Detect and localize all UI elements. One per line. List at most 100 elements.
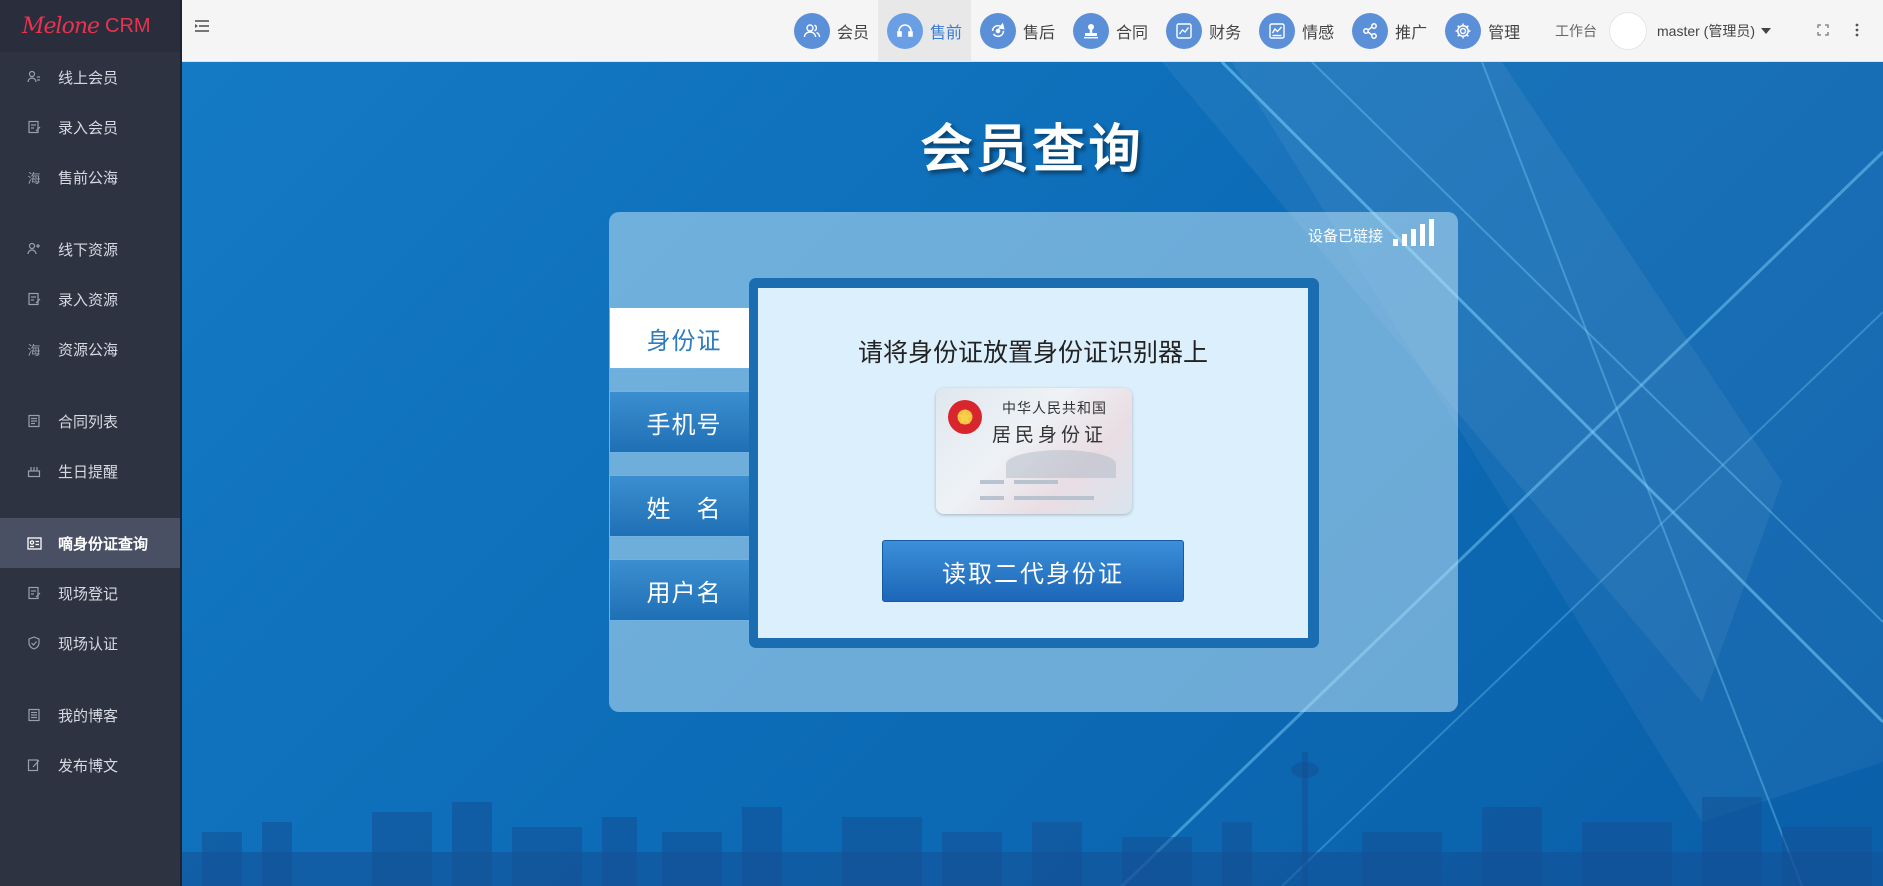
- sidebar-item[interactable]: 合同列表: [0, 396, 180, 446]
- refresh-headset-icon: [980, 13, 1017, 49]
- national-emblem-icon: ★: [948, 400, 982, 434]
- device-status: 设备已链接: [1307, 219, 1434, 246]
- sidebar-item[interactable]: 海 售前公海: [0, 152, 180, 202]
- shield-check-icon: [26, 635, 42, 651]
- device-status-text: 设备已链接: [1307, 228, 1383, 245]
- sidebar-item[interactable]: 录入会员: [0, 102, 180, 152]
- id-card-field-value: [1014, 480, 1058, 484]
- id-card-area: 请将身份证放置身份证识别器上 ★ 中华人民共和国 居民身份证 读取二代身份证: [758, 288, 1308, 638]
- sea-char-icon: 海: [27, 342, 41, 358]
- sidebar-item[interactable]: 现场登记: [0, 568, 180, 618]
- sidebar-item-label: 生日提醒: [58, 463, 119, 481]
- compose-icon: [26, 757, 42, 773]
- sidebar-item[interactable]: 嘀身份证查询: [0, 518, 180, 568]
- query-tab[interactable]: 姓 名: [609, 475, 759, 537]
- query-tabs: 身份证手机号姓 名用户名: [609, 307, 759, 643]
- top-nav: 会员 售前 售后 合同 财务 情感 推广 管理: [785, 0, 1529, 62]
- id-card-line1: 中华人民共和国: [1002, 401, 1107, 417]
- sidebar-item-label: 录入资源: [58, 291, 119, 309]
- gear-icon: [1445, 13, 1482, 49]
- read-id-card-button[interactable]: 读取二代身份证: [882, 540, 1184, 602]
- edit-doc-icon: [26, 119, 42, 135]
- members-icon: [794, 13, 830, 49]
- sidebar-item[interactable]: 现场认证: [0, 618, 180, 668]
- contract-icon: [26, 413, 42, 429]
- top-nav-item[interactable]: 财务: [1157, 0, 1250, 62]
- sidebar-item[interactable]: 线上会员: [0, 52, 180, 102]
- sidebar-item-label: 我的博客: [58, 707, 119, 725]
- card-hint: 请将身份证放置身份证识别器上: [857, 339, 1208, 367]
- sidebar-item[interactable]: 我的博客: [0, 690, 180, 740]
- user-list-icon: [26, 69, 42, 85]
- main-content: 会员查询 设备已链接 身份证手机号姓 名用户名 请将身份证放置身份证识别器上 ★…: [182, 62, 1883, 886]
- fullscreen-icon[interactable]: [1815, 23, 1831, 39]
- sidebar-item[interactable]: 发布博文: [0, 740, 180, 790]
- top-nav-label: 售前: [930, 25, 963, 42]
- sidebar-item-label: 售前公海: [58, 169, 119, 187]
- top-nav-item[interactable]: 售前: [878, 0, 972, 62]
- sea-char-icon: 海: [27, 170, 41, 186]
- great-wall-graphic: [1006, 450, 1116, 478]
- sidebar-item-label: 录入会员: [58, 119, 119, 137]
- sidebar-item[interactable]: 线下资源: [0, 224, 180, 274]
- sidebar-item-label: 现场认证: [58, 635, 119, 653]
- top-right-tools: 工作台 master (管理员): [1555, 0, 1865, 62]
- sidebar-item-label: 合同列表: [58, 413, 119, 431]
- cake-icon: [26, 463, 42, 479]
- sidebar-item-label: 嘀身份证查询: [58, 535, 149, 553]
- top-nav-item[interactable]: 管理: [1436, 0, 1529, 62]
- chevron-down-icon: [1761, 28, 1771, 34]
- menu-divider: [0, 202, 180, 224]
- top-nav-label: 推广: [1395, 25, 1428, 42]
- top-bar: 会员 售前 售后 合同 财务 情感 推广 管理 工作台 master (管理员): [182, 0, 1883, 62]
- user-name: master (管理员): [1657, 23, 1755, 39]
- edit-doc-icon: [26, 585, 42, 601]
- top-nav-item[interactable]: 情感: [1250, 0, 1343, 62]
- top-nav-label: 财务: [1209, 25, 1242, 42]
- query-tab[interactable]: 手机号: [609, 391, 759, 453]
- more-vertical-icon[interactable]: [1849, 23, 1865, 40]
- top-nav-item[interactable]: 合同: [1064, 0, 1157, 62]
- user-menu[interactable]: master (管理员): [1657, 21, 1771, 41]
- menu-divider: [0, 496, 180, 518]
- sidebar-item-label: 线上会员: [58, 69, 119, 87]
- logo[interactable]: Melone CRM: [0, 0, 180, 52]
- menu-toggle-icon[interactable]: [194, 18, 212, 36]
- sidebar: Melone CRM 线上会员 录入会员海售前公海 线下资源 录入资源海资源公海 合同列…: [0, 0, 182, 886]
- id-card-field-label: [980, 496, 1004, 500]
- top-nav-item[interactable]: 会员: [785, 0, 878, 62]
- sidebar-item-label: 线下资源: [58, 241, 119, 259]
- sidebar-item[interactable]: 生日提醒: [0, 446, 180, 496]
- sidebar-item-label: 发布博文: [58, 757, 119, 775]
- id-card-field-value: [1014, 496, 1094, 500]
- top-nav-label: 售后: [1023, 25, 1056, 42]
- sidebar-item-label: 资源公海: [58, 341, 119, 359]
- sidebar-item[interactable]: 海 资源公海: [0, 324, 180, 374]
- id-card-line2: 居民身份证: [992, 424, 1108, 446]
- headset-icon: [887, 13, 924, 49]
- top-nav-item[interactable]: 推广: [1343, 0, 1436, 62]
- top-nav-item[interactable]: 售后: [971, 0, 1064, 62]
- workbench-link[interactable]: 工作台: [1555, 21, 1597, 41]
- id-card-icon: [26, 535, 42, 551]
- user-plus-icon: [26, 241, 42, 257]
- menu-divider: [0, 374, 180, 396]
- top-nav-label: 会员: [837, 25, 870, 42]
- finance-chart-icon: [1166, 13, 1203, 49]
- blog-icon: [26, 707, 42, 723]
- menu-divider: [0, 668, 180, 690]
- avatar[interactable]: [1609, 12, 1647, 50]
- stamp-icon: [1073, 13, 1110, 49]
- sidebar-menu: 线上会员 录入会员海售前公海 线下资源 录入资源海资源公海 合同列表 生日提醒 嘀身份证查询…: [0, 52, 180, 790]
- id-card-image: ★ 中华人民共和国 居民身份证: [936, 388, 1132, 514]
- top-nav-label: 合同: [1116, 25, 1149, 42]
- signal-bars-icon: [1389, 219, 1434, 246]
- query-tab[interactable]: 用户名: [609, 559, 759, 621]
- id-card-field-label: [980, 480, 1004, 484]
- logo-crm-text: CRM: [105, 14, 151, 37]
- card-frame: 请将身份证放置身份证识别器上 ★ 中华人民共和国 居民身份证 读取二代身份证: [749, 278, 1319, 648]
- sidebar-item[interactable]: 录入资源: [0, 274, 180, 324]
- page-title: 会员查询: [920, 121, 1145, 179]
- query-tab[interactable]: 身份证: [609, 307, 759, 369]
- sidebar-item-label: 现场登记: [58, 585, 119, 603]
